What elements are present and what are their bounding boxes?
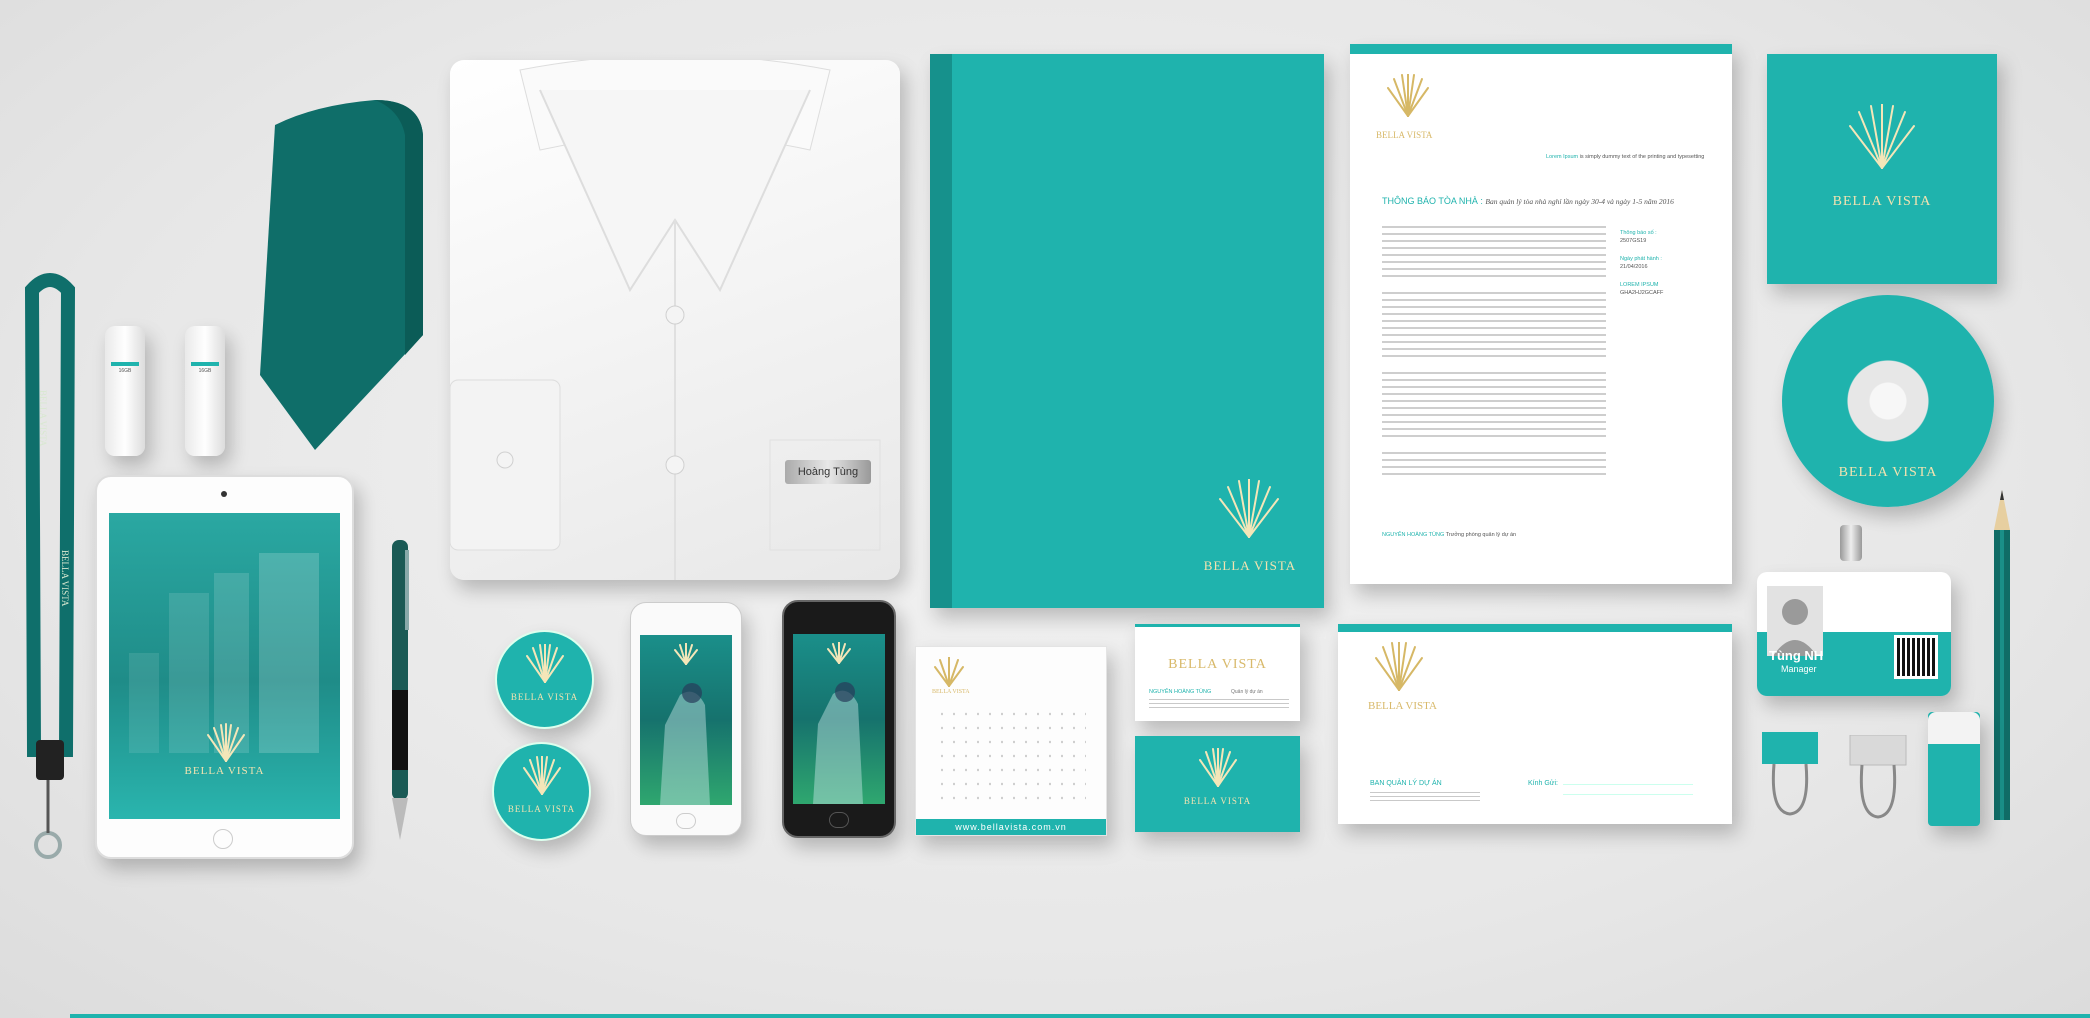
bottom-accent-line [70,1014,2090,1018]
id-badge: Tùng NH Manager [1757,572,1951,696]
usb-label: 16GB [118,368,132,374]
logo-wordmark: BELLA VISTA [184,765,265,777]
notepad: BELLA VISTA www.bellavista.com.vn [915,646,1107,836]
logo-wordmark: BELLA VISTA [1183,796,1252,806]
avatar [1767,586,1823,656]
necktie [260,100,423,450]
side-value: 2507GS19 [1620,238,1647,244]
tablet-home-button [213,829,233,849]
side-label: LOREM IPSUM [1620,282,1659,288]
sender-contact-lines [1370,792,1480,802]
logo-wordmark: BELLA VISTA [510,692,579,702]
letterhead-top-bar [1350,44,1732,54]
website-footer: www.bellavista.com.vn [916,819,1106,835]
logo-wordmark: BELLA VISTA [1168,657,1267,672]
phone-screen [793,634,885,804]
letter-side-info: Thông báo số : 2507GS19 Ngày phát hành :… [1620,229,1663,297]
eraser [1928,712,1980,826]
envelope-recipient-label: Kính Gửi: [1528,780,1558,787]
pencil [1994,490,2010,820]
side-label: Thông báo số : [1620,230,1657,236]
logo-icon [674,643,698,665]
brand-identity-mockup: { "brand": { "name": "BELLA VISTA", "web… [0,0,2090,1018]
badge-role: Manager [1781,664,1817,674]
usb-drive: 16GB [185,326,225,456]
phone-screen [640,635,732,805]
tagline: is simply dummy text of the printing and… [1579,154,1705,160]
logo-icon [1849,104,1915,169]
letter-heading: THÔNG BÁO TÒA NHÀ : [1382,196,1483,206]
letter-body [1382,226,1606,480]
logo-wordmark: BELLA VISTA [1203,558,1297,573]
letter-heading-sub: Ban quản lý tòa nhà nghỉ lần ngày 30-4 v… [1485,197,1674,206]
home-button [676,813,696,829]
logo-icon [523,756,561,795]
tagline-lead: Lorem Ipsum [1546,154,1579,160]
tablet-screen: BELLA VISTA [109,513,340,819]
logo-icon [1387,74,1429,117]
envelope-sender: BAN QUẢN LÝ DỰ ÁN [1370,780,1442,787]
footer-name: NGUYỄN HOÀNG TÙNG [1382,532,1445,538]
pin-badge: BELLA VISTA [495,630,594,729]
home-button [829,812,849,828]
svg-text:BELLA VISTA: BELLA VISTA [38,390,48,447]
tablet-camera [221,491,227,497]
card-contact-lines [1149,699,1289,709]
card-name: NGUYỄN HOÀNG TÙNG [1149,689,1212,695]
logo-icon [1375,642,1423,691]
pin-badge: BELLA VISTA [492,742,591,841]
logo-icon [1199,748,1237,787]
side-value: 21/04/2016 [1620,264,1648,270]
badge-name: Tùng NH [1769,648,1824,663]
name-tag: Hoàng Tùng [785,460,871,484]
square-card: BELLA VISTA [1767,54,1997,284]
dot-grid [936,707,1086,807]
presentation-folder: BELLA VISTA [930,54,1324,608]
binder-clip [1849,735,1907,819]
compact-disc: BELLA VISTA [1782,295,1994,507]
business-card-back: BELLA VISTA [1135,736,1300,832]
svg-text:BELLA VISTA: BELLA VISTA [60,550,70,607]
logo-icon [1219,479,1279,538]
logo-wordmark: BELLA VISTA [1838,465,1938,480]
logo-wordmark: BELLA VISTA [1376,130,1433,140]
logo-icon [827,642,851,664]
card-role: Quản lý dự án [1231,689,1263,695]
lanyard: BELLA VISTA BELLA VISTA [24,273,76,859]
qr-code-icon [1894,635,1938,679]
logo-wordmark: BELLA VISTA [1832,194,1932,209]
lanyard-ring [34,831,62,859]
logo-wordmark: BELLA VISTA [932,689,970,695]
logo-icon [207,723,245,762]
side-value: GHA2HJ2GCAFF [1620,290,1664,296]
black-phone [782,600,896,838]
logo-wordmark: BELLA VISTA [1368,700,1437,712]
lanyard-buckle [36,740,64,780]
usb-drive: 16GB [105,326,145,456]
business-card-front: BELLA VISTA NGUYỄN HOÀNG TÙNG Quản lý dự… [1135,624,1300,721]
badge-clip [1840,525,1862,561]
letter-footer: NGUYỄN HOÀNG TÙNG Trưởng phòng quản lý d… [1382,532,1516,538]
envelope: BELLA VISTA BAN QUẢN LÝ DỰ ÁN Kính Gửi: [1338,624,1732,824]
logo-icon [526,644,564,683]
pen [392,540,409,840]
footer-role: Trưởng phòng quản lý dự án [1445,532,1517,538]
white-phone [630,602,742,836]
usb-label: 16GB [198,368,212,374]
logo-wordmark: BELLA VISTA [507,804,576,814]
dress-shirt: Hoàng Tùng [450,60,900,580]
tablet: BELLA VISTA [95,475,354,859]
binder-clip [1762,732,1818,816]
logo-icon [934,657,964,687]
letterhead: BELLA VISTA Lorem Ipsum is simply dummy … [1350,44,1732,584]
side-label: Ngày phát hành : [1620,256,1662,262]
